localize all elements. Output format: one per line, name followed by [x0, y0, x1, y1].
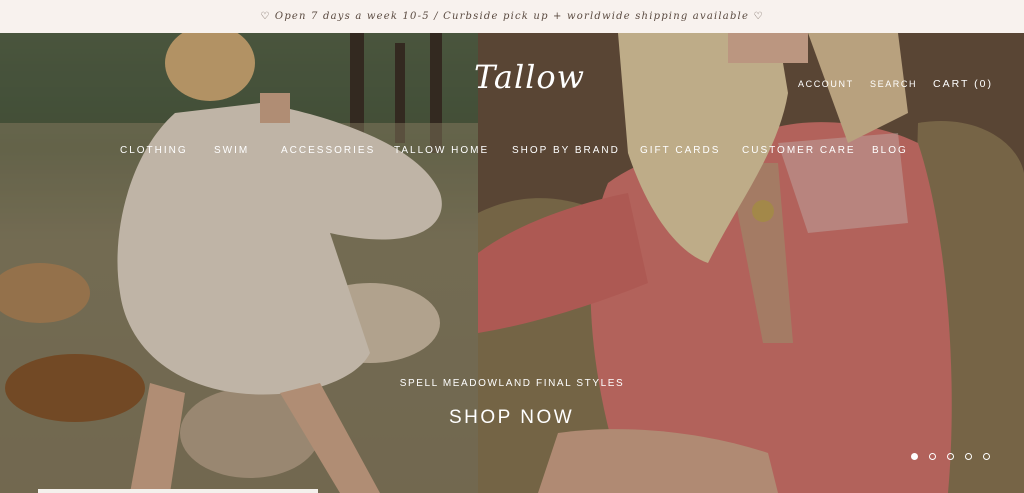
bottom-edge-bar	[38, 489, 318, 493]
slide-dot-2[interactable]	[929, 453, 936, 460]
slide-dot-3[interactable]	[947, 453, 954, 460]
main-navigation: CLOTHING SWIM ACCESSORIES TALLOW HOME SH…	[0, 145, 1024, 159]
nav-item-clothing[interactable]: CLOTHING	[120, 145, 188, 156]
cart-link[interactable]: CART (0)	[933, 78, 993, 90]
nav-item-shop-by-brand[interactable]: SHOP BY BRAND	[512, 145, 620, 156]
hero-image-left	[0, 33, 478, 493]
search-link[interactable]: SEARCH	[870, 79, 917, 89]
hero-tagline: SPELL MEADOWLAND FINAL STYLES	[399, 378, 625, 389]
slide-dot-4[interactable]	[965, 453, 972, 460]
nav-item-swim[interactable]: SWIM	[214, 145, 249, 156]
slide-dot-5[interactable]	[983, 453, 990, 460]
slideshow-pagination	[911, 453, 990, 460]
nav-item-accessories[interactable]: ACCESSORIES	[281, 145, 375, 156]
account-link[interactable]: ACCOUNT	[798, 79, 854, 89]
shop-now-button[interactable]: SHOP NOW	[449, 407, 574, 429]
nav-item-customer-care[interactable]: CUSTOMER CARE	[742, 145, 856, 156]
site-logo[interactable]: Tallow	[474, 58, 585, 96]
announcement-bar: ♡ Open 7 days a week 10-5 / Curbside pic…	[0, 0, 1024, 33]
nav-item-gift-cards[interactable]: GIFT CARDS	[640, 145, 720, 156]
slide-dot-1[interactable]	[911, 453, 918, 460]
nav-item-tallow-home[interactable]: TALLOW HOME	[394, 145, 489, 156]
announcement-text: ♡ Open 7 days a week 10-5 / Curbside pic…	[260, 11, 764, 22]
nav-item-blog[interactable]: BLOG	[872, 145, 908, 156]
hero-left-overlay	[0, 33, 478, 493]
